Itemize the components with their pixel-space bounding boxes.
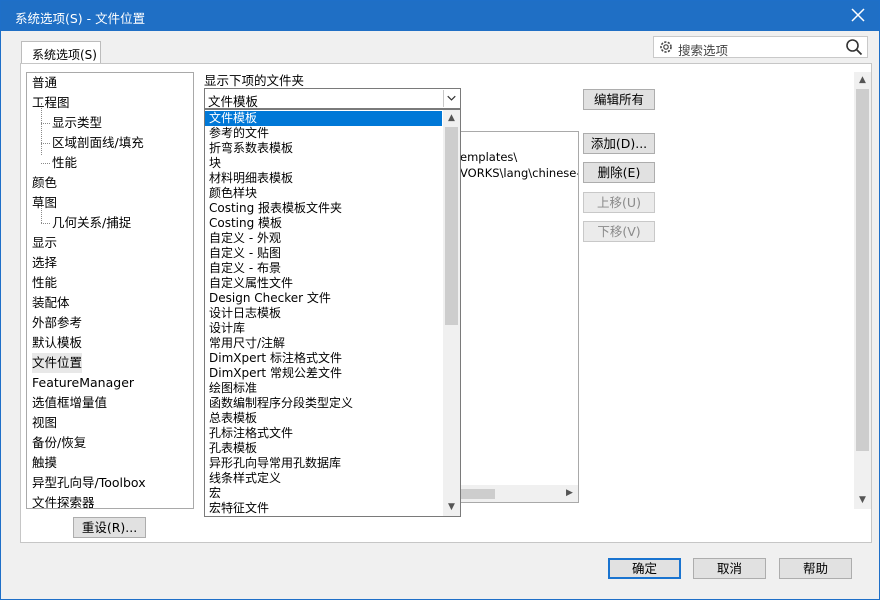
dropdown-option[interactable]: 宏特征文件 [209, 501, 269, 516]
tree-line [41, 223, 50, 224]
chevron-down-icon[interactable] [443, 90, 459, 107]
dropdown-option[interactable]: Costing 模板 [209, 216, 282, 231]
tree-item-relations-snaps[interactable]: 几何关系/捕捉 [52, 213, 131, 233]
dropdown-option[interactable]: 自定义 - 外观 [209, 231, 281, 246]
dropdown-option[interactable]: DimXpert 常规公差文件 [209, 366, 342, 381]
close-icon[interactable] [849, 6, 867, 24]
tree-item-file-explorer[interactable]: 文件探索器 [32, 493, 95, 508]
scroll-down-icon[interactable]: ▼ [445, 501, 458, 514]
tree-item-backup-recover[interactable]: 备份/恢复 [32, 433, 86, 453]
tree-item-general[interactable]: 普通 [32, 73, 57, 93]
scroll-right-icon[interactable]: ▶ [563, 487, 576, 500]
dropdown-option[interactable]: 颜色样块 [209, 186, 257, 201]
tree-item-drawing-performance[interactable]: 性能 [52, 153, 77, 173]
folder-path[interactable]: VORKS\lang\chinese-si [460, 166, 578, 180]
dropdown-option[interactable]: 设计库 [209, 321, 245, 336]
tree-item-sketch[interactable]: 草图 [32, 193, 57, 213]
add-button[interactable]: 添加(D)... [583, 133, 655, 154]
gear-icon[interactable] [658, 39, 674, 55]
edit-all-button[interactable]: 编辑所有 [583, 89, 655, 110]
folder-type-value: 文件模板 [208, 94, 259, 109]
tree-item-file-locations[interactable]: 文件位置 [32, 353, 83, 373]
options-tree[interactable]: 普通 工程图 显示类型 区域剖面线/填充 性能 颜色 草图 几何关系/捕捉 显示… [26, 72, 194, 509]
dropdown-option[interactable]: 折弯系数表模板 [209, 141, 293, 156]
tree-item-performance[interactable]: 性能 [32, 273, 57, 293]
dropdown-option[interactable]: 线条样式定义 [209, 471, 281, 486]
dropdown-option[interactable]: 孔标注格式文件 [209, 426, 293, 441]
dropdown-scrollbar[interactable]: ▲ ▼ [443, 110, 460, 516]
tree-line [41, 123, 50, 124]
search-icon[interactable] [845, 38, 863, 56]
folder-path[interactable]: emplates\ [460, 150, 517, 164]
tree-item-hole-wizard-toolbox[interactable]: 异型孔向导/Toolbox [32, 473, 146, 493]
dropdown-option-document-templates[interactable]: 文件模板 [205, 111, 442, 126]
tree-item-default-templates[interactable]: 默认模板 [32, 333, 82, 353]
tree-item-spin-box-increments[interactable]: 选值框增量值 [32, 393, 107, 413]
scroll-up-icon[interactable]: ▲ [856, 74, 869, 87]
dropdown-option[interactable]: 设计日志模板 [209, 306, 281, 321]
dropdown-option[interactable]: 块 [209, 156, 221, 171]
tree-item-display-type[interactable]: 显示类型 [52, 113, 102, 133]
tree-item-featuremanager[interactable]: FeatureManager [32, 373, 134, 393]
dropdown-option[interactable]: DimXpert 标注格式文件 [209, 351, 342, 366]
help-button[interactable]: 帮助 [779, 558, 852, 579]
window-title: 系统选项(S) - 文件位置 [15, 11, 146, 26]
tree-item-colors[interactable]: 颜色 [32, 173, 57, 193]
dropdown-option[interactable]: 孔表模板 [209, 441, 257, 456]
dropdown-option[interactable]: 函数编制程序分段类型定义 [209, 396, 353, 411]
move-down-button[interactable]: 下移(V) [583, 221, 655, 242]
tree-item-area-hatch[interactable]: 区域剖面线/填充 [52, 133, 144, 153]
tree-item-touch[interactable]: 触摸 [32, 453, 57, 473]
title-bar: 系统选项(S) - 文件位置 [1, 1, 879, 31]
search-placeholder: 搜索选项 [678, 43, 729, 58]
options-dialog: 系统选项(S) - 文件位置 系统选项(S) 搜索选项 普通 工程图 显示类型 … [0, 0, 880, 600]
dropdown-option[interactable]: Design Checker 文件 [209, 291, 331, 306]
tree-item-display[interactable]: 显示 [32, 233, 57, 253]
dropdown-option[interactable]: 自定义 - 贴图 [209, 246, 281, 261]
reset-button[interactable]: 重设(R)... [73, 517, 146, 538]
show-folders-label: 显示下项的文件夹 [204, 73, 305, 88]
dropdown-option[interactable]: 自定义属性文件 [209, 276, 293, 291]
delete-button[interactable]: 删除(E) [583, 162, 655, 183]
cancel-button[interactable]: 取消 [693, 558, 766, 579]
page-scrollbar[interactable]: ▲ ▼ [854, 72, 871, 509]
scroll-down-icon[interactable]: ▼ [856, 494, 869, 507]
tree-line [41, 163, 50, 164]
tree-item-selection[interactable]: 选择 [32, 253, 57, 273]
dropdown-option[interactable]: 总表模板 [209, 411, 257, 426]
move-up-button[interactable]: 上移(U) [583, 192, 655, 213]
search-box[interactable]: 搜索选项 [653, 36, 868, 58]
dropdown-option[interactable]: 宏 [209, 486, 221, 501]
dropdown-option[interactable]: 绘图标准 [209, 381, 257, 396]
ok-button[interactable]: 确定 [608, 558, 681, 579]
dropdown-option[interactable]: 材料明细表模板 [209, 171, 293, 186]
scroll-thumb[interactable] [445, 127, 458, 325]
folder-type-select[interactable]: 文件模板 [204, 88, 461, 109]
tree-item-assemblies[interactable]: 装配体 [32, 293, 70, 313]
scroll-thumb[interactable] [856, 89, 869, 451]
tree-item-drawings[interactable]: 工程图 [32, 93, 70, 113]
tab-label: 系统选项(S) [32, 48, 97, 62]
tree-line [41, 143, 50, 144]
tab-system-options[interactable]: 系统选项(S) [21, 41, 101, 64]
tree-item-external-references[interactable]: 外部参考 [32, 313, 82, 333]
dropdown-option[interactable]: 常用尺寸/注解 [209, 336, 285, 351]
dropdown-option[interactable]: 异形孔向导常用孔数据库 [209, 456, 341, 471]
tree-item-view[interactable]: 视图 [32, 413, 57, 433]
dropdown-option[interactable]: 参考的文件 [209, 126, 269, 141]
dropdown-option[interactable]: 自定义 - 布景 [209, 261, 281, 276]
dropdown-option[interactable]: Costing 报表模板文件夹 [209, 201, 342, 216]
folder-type-dropdown[interactable]: 文件模板 参考的文件 折弯系数表模板 块 材料明细表模板 颜色样块 Costin… [204, 109, 461, 517]
scroll-up-icon[interactable]: ▲ [445, 112, 458, 125]
